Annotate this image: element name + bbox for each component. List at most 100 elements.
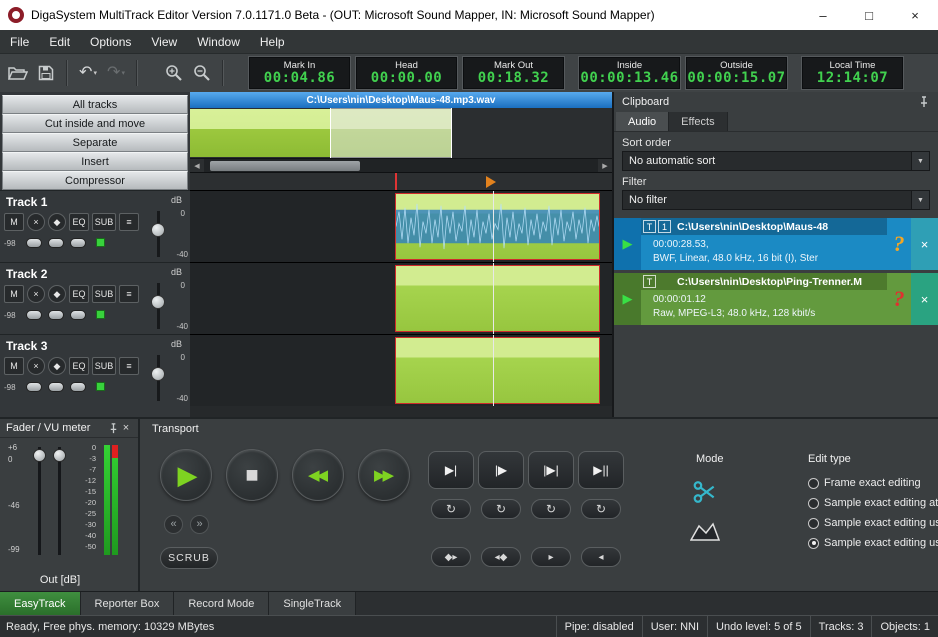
previous-button[interactable]: « <box>164 515 183 534</box>
insert-button[interactable]: Insert <box>2 152 188 171</box>
menu-view[interactable]: View <box>141 30 187 53</box>
track-3-lane[interactable] <box>190 334 612 406</box>
scrub-button[interactable]: SCRUB <box>160 547 218 569</box>
gain-knob[interactable] <box>26 310 42 320</box>
overview-clip-title[interactable]: C:\Users\nin\Desktop\Maus-48.mp3.wav <box>190 92 612 108</box>
tab-record-mode[interactable]: Record Mode <box>174 592 269 616</box>
cut-inside-and-move-button[interactable]: Cut inside and move <box>2 114 188 133</box>
pan-button[interactable]: ◆ <box>48 357 66 375</box>
mute-button[interactable]: M <box>4 285 24 303</box>
solo-button[interactable]: × <box>27 285 45 303</box>
out-fader-left[interactable] <box>33 449 46 462</box>
eq-button[interactable]: EQ <box>69 285 89 303</box>
track-fader[interactable] <box>151 295 165 309</box>
minimize-button[interactable]: – <box>800 0 846 30</box>
step-right-button[interactable]: ▸ <box>531 547 571 567</box>
sort-order-select[interactable]: No automatic sort ▼ <box>622 151 930 171</box>
menu-window[interactable]: Window <box>187 30 250 53</box>
solo-button[interactable]: × <box>27 213 45 231</box>
step-left-button[interactable]: ◂ <box>581 547 621 567</box>
clip-remove-button[interactable]: × <box>911 273 938 325</box>
play-around-mark-button[interactable]: |▶| <box>528 451 574 489</box>
track-1-clip[interactable] <box>395 193 600 260</box>
aux-knob[interactable] <box>70 238 86 248</box>
tab-audio[interactable]: Audio <box>616 112 669 131</box>
zoom-out-button[interactable] <box>188 59 216 87</box>
gain-knob[interactable] <box>26 382 42 392</box>
filter-select[interactable]: No filter ▼ <box>622 190 930 210</box>
clipboard-item[interactable]: ▶ C:\Users\nin\Desktop\Ping-Trenner.M T … <box>614 273 938 325</box>
aux-knob[interactable] <box>70 382 86 392</box>
track-fader[interactable] <box>151 223 165 237</box>
out-fader-left-track[interactable] <box>38 447 41 555</box>
scrollbar-thumb[interactable] <box>210 161 360 171</box>
close-button[interactable]: × <box>892 0 938 30</box>
nudge-right-button[interactable]: ◆▸ <box>431 547 471 567</box>
mark-in-cursor[interactable] <box>395 173 397 190</box>
loop-button[interactable]: ↻ <box>431 499 471 519</box>
loop-button[interactable]: ↻ <box>481 499 521 519</box>
menu-help[interactable]: Help <box>250 30 295 53</box>
radio-selected-icon[interactable] <box>808 538 819 549</box>
pan-knob[interactable] <box>48 310 64 320</box>
track-1-lane[interactable] <box>190 190 612 262</box>
sub-button[interactable]: SUB <box>92 285 116 303</box>
clip-play-button[interactable]: ▶ <box>614 273 641 325</box>
track-menu-button[interactable]: ≡ <box>119 357 139 375</box>
edit-type-option[interactable]: Sample exact editing at <box>808 497 938 509</box>
pan-knob[interactable] <box>48 382 64 392</box>
radio-icon[interactable] <box>808 478 819 489</box>
clipboard-item[interactable]: ▶ C:\Users\nin\Desktop\Maus-48 T 1 00:00… <box>614 218 938 270</box>
track-2-lane[interactable] <box>190 262 612 334</box>
clip-remove-button[interactable]: × <box>911 218 938 270</box>
out-fader-right-track[interactable] <box>58 447 61 555</box>
clip-play-button[interactable]: ▶ <box>614 218 641 270</box>
solo-button[interactable]: × <box>27 357 45 375</box>
horizontal-scrollbar[interactable]: ◀ ▶ <box>190 158 612 172</box>
play-button[interactable]: ▶ <box>160 449 212 501</box>
pan-button[interactable]: ◆ <box>48 213 66 231</box>
cut-mode-button[interactable] <box>692 479 718 508</box>
menu-edit[interactable]: Edit <box>39 30 80 53</box>
play-from-mark-button[interactable]: |▶ <box>478 451 524 489</box>
gain-knob[interactable] <box>26 238 42 248</box>
fast-forward-button[interactable]: ▶▶ <box>358 449 410 501</box>
save-button[interactable] <box>32 59 60 87</box>
pan-knob[interactable] <box>48 238 64 248</box>
open-button[interactable] <box>4 59 32 87</box>
tab-singletrack[interactable]: SingleTrack <box>269 592 356 616</box>
zoom-in-button[interactable] <box>160 59 188 87</box>
compressor-button[interactable]: Compressor <box>2 171 188 190</box>
overview-selection[interactable] <box>330 108 452 158</box>
stop-button[interactable]: ■ <box>226 449 278 501</box>
mute-button[interactable]: M <box>4 357 24 375</box>
edit-type-option-selected[interactable]: Sample exact editing us <box>808 537 938 549</box>
track-menu-button[interactable]: ≡ <box>119 213 139 231</box>
pin-icon[interactable] <box>918 96 930 108</box>
menu-options[interactable]: Options <box>80 30 141 53</box>
chevron-down-icon[interactable]: ▼ <box>911 152 929 170</box>
edit-type-option[interactable]: Frame exact editing <box>808 477 938 489</box>
tab-easytrack[interactable]: EasyTrack <box>0 592 81 616</box>
sub-button[interactable]: SUB <box>92 357 116 375</box>
eq-button[interactable]: EQ <box>69 213 89 231</box>
track-2-clip[interactable] <box>395 265 600 332</box>
nudge-left-button[interactable]: ◂◆ <box>481 547 521 567</box>
next-button[interactable]: » <box>190 515 209 534</box>
loop-button[interactable]: ↻ <box>581 499 621 519</box>
rewind-button[interactable]: ◀◀ <box>292 449 344 501</box>
track-fader[interactable] <box>151 367 165 381</box>
pan-button[interactable]: ◆ <box>48 285 66 303</box>
close-panel-button[interactable]: × <box>119 422 133 434</box>
tab-reporter-box[interactable]: Reporter Box <box>81 592 175 616</box>
separate-button[interactable]: Separate <box>2 133 188 152</box>
edit-type-option[interactable]: Sample exact editing us <box>808 517 938 529</box>
track-3-clip[interactable] <box>395 337 600 404</box>
track-menu-button[interactable]: ≡ <box>119 285 139 303</box>
timeline-ruler[interactable] <box>190 172 612 190</box>
scroll-left-button[interactable]: ◀ <box>190 159 204 172</box>
overview-waveform[interactable] <box>190 108 612 158</box>
redo-button[interactable]: ↷▾ <box>102 59 130 87</box>
radio-icon[interactable] <box>808 518 819 529</box>
maximize-button[interactable]: □ <box>846 0 892 30</box>
